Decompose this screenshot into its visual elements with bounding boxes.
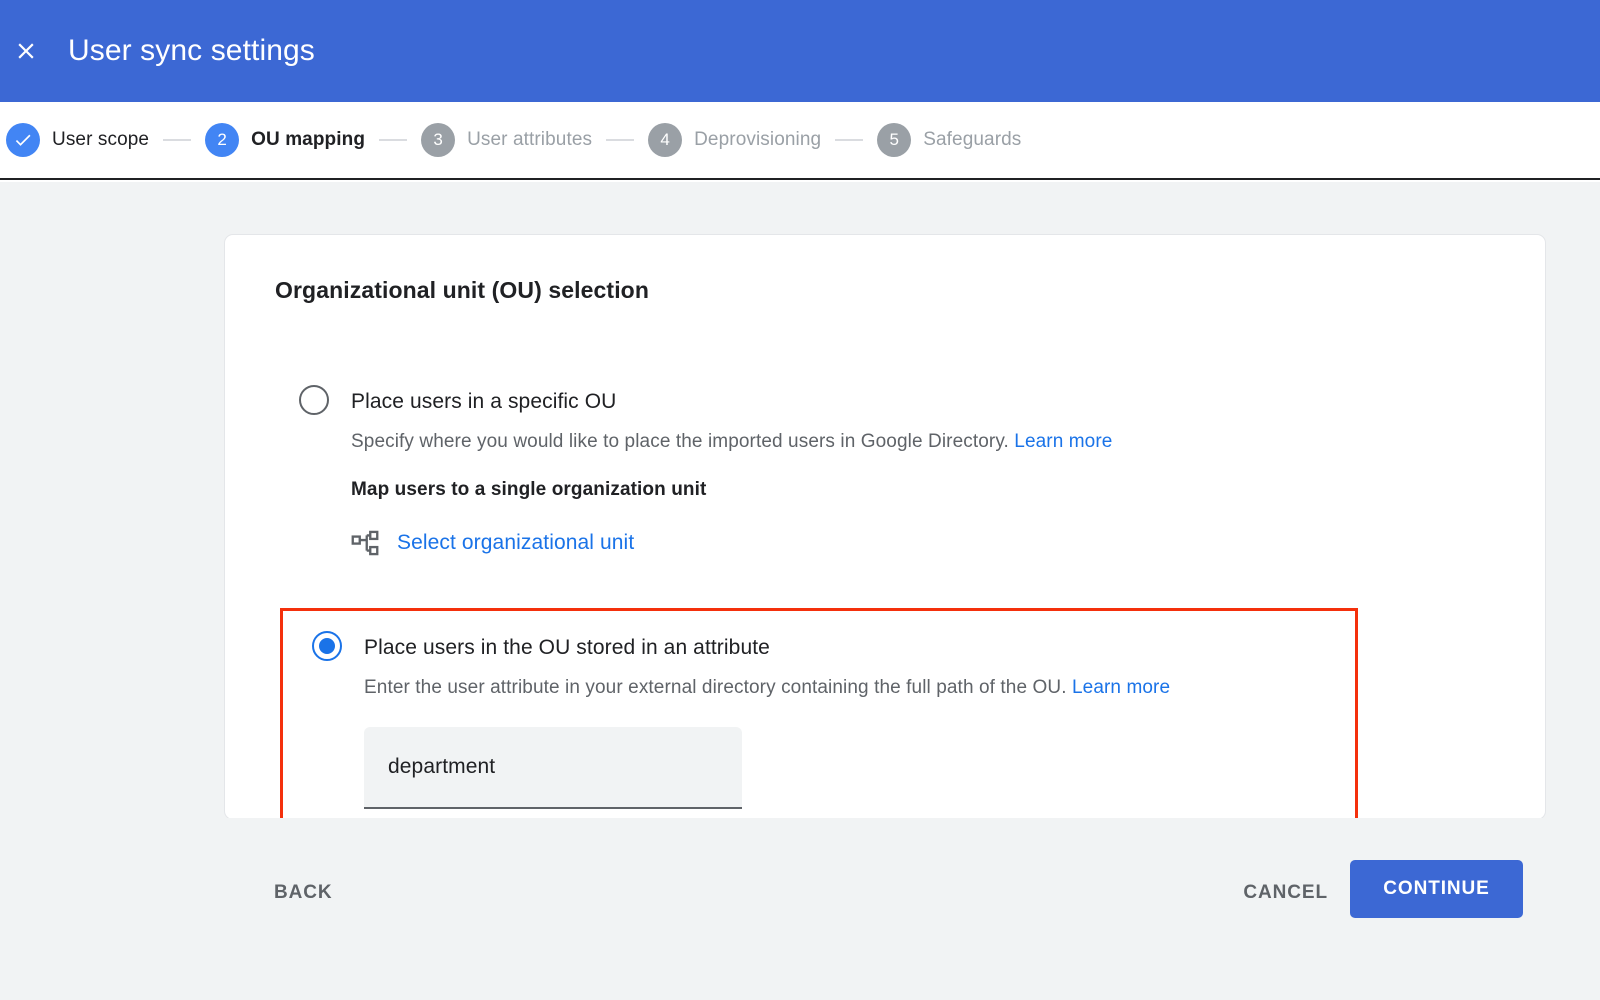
- radio-row-ou-attribute[interactable]: Place users in the OU stored in an attri…: [312, 631, 1322, 809]
- option-label-ou-attribute: Place users in the OU stored in an attri…: [364, 636, 770, 659]
- step-bullet-2: 2: [205, 123, 240, 157]
- dialog-header: User sync settings: [0, 0, 1600, 102]
- step-bullet-5: 5: [877, 123, 912, 157]
- radio-specific-ou[interactable]: [299, 385, 329, 415]
- step-label-5: Safeguards: [923, 129, 1022, 150]
- step-bullet-1: [6, 123, 40, 157]
- option-label-specific-ou: Place users in a specific OU: [351, 390, 617, 413]
- account-tree-icon: [351, 530, 379, 556]
- attribute-name-input[interactable]: [364, 727, 742, 809]
- step-label-4: Deprovisioning: [694, 129, 822, 150]
- back-button[interactable]: BACK: [252, 870, 355, 916]
- select-organizational-unit-label: Select organizational unit: [397, 531, 635, 554]
- step-label-1: User scope: [52, 129, 150, 150]
- select-organizational-unit-button[interactable]: Select organizational unit: [351, 529, 1112, 557]
- page-title: User sync settings: [68, 34, 315, 67]
- radio-dot: [319, 638, 335, 654]
- check-icon: [15, 134, 31, 146]
- step-bullet-4: 4: [648, 123, 683, 157]
- step-ou-mapping[interactable]: 2 OU mapping: [205, 123, 365, 157]
- user-sync-settings-dialog: User sync settings User scope 2 OU mappi…: [0, 0, 1600, 1000]
- step-label-2: OU mapping: [251, 129, 366, 150]
- option-text-specific-ou: Place users in a specific OU Specify whe…: [351, 387, 1112, 557]
- radio-outer-checked: [312, 631, 342, 661]
- step-bullet-3: 3: [421, 123, 456, 157]
- step-separator-4: [835, 139, 864, 141]
- attribute-field-wrapper: [364, 727, 742, 809]
- radio-ou-attribute[interactable]: [312, 631, 342, 661]
- step-separator-2: [379, 139, 408, 141]
- option-description-specific-ou: Specify where you would like to place th…: [351, 429, 1112, 455]
- close-button[interactable]: [0, 25, 52, 77]
- step-user-attributes[interactable]: 3 User attributes: [421, 123, 592, 157]
- option-description-text-2: Enter the user attribute in your externa…: [364, 677, 1067, 698]
- card-title: Organizational unit (OU) selection: [275, 277, 649, 303]
- option-place-users-ou-attribute-highlight: Place users in the OU stored in an attri…: [280, 608, 1358, 819]
- cancel-button[interactable]: CANCEL: [1221, 870, 1350, 916]
- radio-outer-unchecked: [299, 385, 329, 415]
- option-text-ou-attribute: Place users in the OU stored in an attri…: [364, 633, 1170, 809]
- step-separator-1: [163, 139, 192, 141]
- step-label-3: User attributes: [467, 129, 593, 150]
- step-deprovisioning[interactable]: 4 Deprovisioning: [648, 123, 821, 157]
- map-users-subheading: Map users to a single organization unit: [351, 479, 707, 500]
- radio-row-specific-ou[interactable]: Place users in a specific OU Specify whe…: [299, 385, 1479, 557]
- option-place-users-ou-attribute: Place users in the OU stored in an attri…: [312, 631, 1322, 809]
- option-place-users-specific-ou: Place users in a specific OU Specify whe…: [299, 385, 1479, 557]
- learn-more-link-1[interactable]: Learn more: [1014, 431, 1112, 452]
- close-icon: [18, 43, 34, 59]
- step-user-scope[interactable]: User scope: [6, 123, 149, 157]
- option-description-ou-attribute: Enter the user attribute in your externa…: [364, 675, 1170, 701]
- step-separator-3: [606, 139, 635, 141]
- wizard-stepper: User scope 2 OU mapping 3 User attribute…: [0, 102, 1600, 180]
- learn-more-link-2[interactable]: Learn more: [1072, 677, 1170, 698]
- dialog-footer: BACK CANCEL CONTINUE: [0, 818, 1600, 1000]
- step-safeguards[interactable]: 5 Safeguards: [877, 123, 1021, 157]
- continue-button[interactable]: CONTINUE: [1350, 860, 1523, 918]
- ou-selection-card: Organizational unit (OU) selection Place…: [224, 234, 1546, 820]
- option-description-text-1: Specify where you would like to place th…: [351, 431, 1009, 452]
